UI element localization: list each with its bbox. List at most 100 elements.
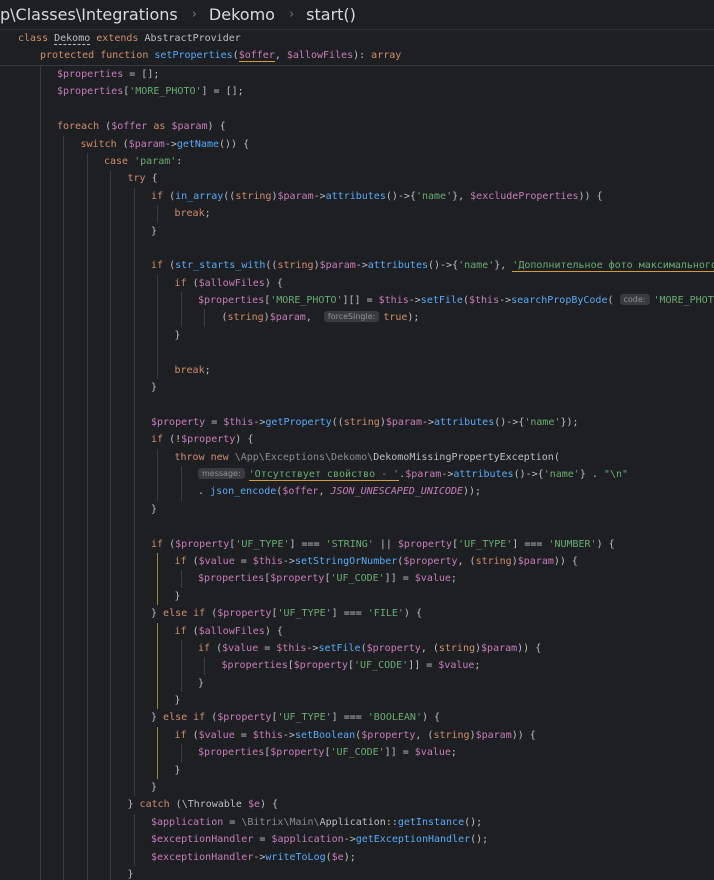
code-text: if ($value = $this->setBoolean($property…	[175, 727, 536, 744]
breadcrumb-method[interactable]: start()	[306, 5, 356, 24]
indent-guide	[133, 744, 135, 762]
sticky-class-header[interactable]: class Dekomo extends AbstractProvider	[0, 30, 714, 48]
indent-guide	[110, 535, 111, 553]
code-token: =	[234, 555, 253, 567]
code-token: string	[438, 642, 475, 654]
code-token: $this	[223, 416, 254, 428]
code-token: $exceptionHandler	[151, 834, 254, 846]
code-line[interactable]: }	[0, 587, 714, 606]
sticky-method-header[interactable]: protected function setProperties($offer,…	[0, 47, 714, 66]
code-token: $properties	[198, 295, 265, 307]
code-line[interactable]	[0, 344, 714, 362]
code-line[interactable]: } else if ($property['UF_TYPE'] === 'FIL…	[0, 605, 714, 623]
code-token: $properties	[57, 69, 124, 80]
indent-guide	[63, 674, 64, 693]
code-token: 'name'	[524, 416, 561, 428]
code-line[interactable]: $properties[$property['UF_CODE']] = $val…	[0, 570, 714, 588]
code-line[interactable]	[0, 100, 714, 119]
code-line[interactable]: } catch (\Throwable $e) {	[0, 796, 714, 814]
indent-guide	[180, 465, 182, 484]
code-token: ) {	[207, 121, 226, 133]
code-line[interactable]: if (in_array((string)$param->attributes(…	[0, 187, 714, 206]
indent-guide	[110, 222, 111, 240]
code-token: $value	[414, 573, 451, 585]
code-line[interactable]: if ($value = $this->setStringOrNumber($p…	[0, 552, 714, 571]
code-line[interactable]: throw new \App\Exceptions\Dekomo\DekomoM…	[0, 448, 714, 466]
code-editor[interactable]: $properties = []; $properties['MORE_PHOTO…	[0, 66, 714, 880]
code-line[interactable]	[0, 518, 714, 536]
code-line[interactable]: message: 'Отсутствует свойство - '.$param…	[0, 465, 714, 484]
indent-guide	[180, 309, 182, 327]
code-text: message: 'Отсутствует свойство - '.$param…	[198, 466, 628, 483]
code-line[interactable]: if ($property['UF_TYPE'] === 'STRING' ||…	[0, 535, 714, 553]
indent-guide	[86, 639, 88, 658]
code-line[interactable]: $properties = [];	[0, 66, 714, 84]
code-line[interactable]: foreach ($offer as $param) {	[0, 118, 714, 136]
code-line[interactable]: $properties[$property['UF_CODE']] = $val…	[0, 657, 714, 675]
code-token: ;	[450, 573, 457, 585]
code-line[interactable]: if (str_starts_with((string)$param->attr…	[0, 257, 714, 275]
code-line[interactable]: }	[0, 379, 714, 397]
indent-guide	[133, 274, 135, 293]
code-line[interactable]: }	[0, 222, 714, 240]
parameter-hint: forceSingle:	[323, 311, 380, 323]
code-line[interactable]: $properties['MORE_PHOTO'][] = $this->set…	[0, 292, 714, 310]
code-line[interactable]: } else if ($property['UF_TYPE'] === 'BOO…	[0, 709, 714, 727]
code-line[interactable]	[0, 239, 714, 258]
code-line[interactable]: if ($value = $this->setFile($property, (…	[0, 639, 714, 658]
code-line[interactable]: if ($allowFiles) {	[0, 622, 714, 640]
code-line[interactable]: }	[0, 761, 714, 780]
code-line[interactable]: case 'param':	[0, 152, 714, 171]
code-line[interactable]: switch ($param->getName()) {	[0, 135, 714, 153]
code-text: } else if ($property['UF_TYPE'] === 'FIL…	[151, 605, 422, 622]
indent-guide	[133, 344, 135, 362]
code-token: ) {	[259, 799, 279, 811]
indent-guide	[157, 761, 158, 780]
code-text: foreach ($offer as $param) {	[57, 118, 226, 135]
code-token: }	[174, 695, 181, 707]
code-text: $properties[$property['UF_CODE']] = $val…	[222, 657, 481, 674]
code-line[interactable]: if ($value = $this->setBoolean($property…	[0, 726, 714, 745]
code-line[interactable]: }	[0, 865, 714, 880]
code-line[interactable]: break;	[0, 361, 714, 380]
code-token: attributes	[325, 190, 386, 202]
indent-guide	[39, 657, 41, 675]
code-text: if (str_starts_with((string)$param->attr…	[151, 257, 714, 274]
code-line[interactable]: }	[0, 326, 714, 345]
indent-guide	[39, 831, 41, 849]
code-token: case	[104, 155, 135, 167]
code-token: }	[127, 868, 134, 880]
code-line[interactable]: $exceptionHandler->writeToLog($e);	[0, 848, 714, 866]
indent-guide	[63, 761, 64, 780]
code-line[interactable]: $properties['MORE_PHOTO'] = [];	[0, 83, 714, 101]
code-line[interactable]: $exceptionHandler = $application->getExc…	[0, 831, 714, 849]
code-line[interactable]: if (!$property) {	[0, 431, 714, 449]
code-line[interactable]: . json_encode($offer, JSON_UNESCAPED_UNI…	[0, 483, 714, 501]
code-line[interactable]	[0, 396, 714, 414]
indent-guide	[86, 431, 88, 449]
code-token: =	[253, 834, 272, 846]
breadcrumb-path[interactable]: p\Classes\Integrations	[0, 5, 178, 24]
code-line[interactable]: if ($allowFiles) {	[0, 274, 714, 293]
code-token: $this	[378, 295, 409, 307]
code-line[interactable]: (string)$param, forceSingle: true);	[0, 309, 714, 327]
code-line[interactable]: }	[0, 692, 714, 710]
indent-guide	[63, 292, 64, 310]
code-line[interactable]: break;	[0, 205, 714, 223]
breadcrumb-class[interactable]: Dekomo	[209, 5, 275, 24]
indent-guide	[110, 431, 111, 449]
code-token: if	[174, 555, 187, 567]
chevron-right-icon: ›	[288, 7, 295, 22]
code-token: $exceptionHandler	[151, 851, 254, 863]
code-line[interactable]: $properties[$property['UF_CODE']] = $val…	[0, 744, 714, 762]
code-line[interactable]: }	[0, 500, 714, 519]
code-token: $offer	[282, 486, 319, 498]
code-token: 'UF_TYPE'	[458, 538, 513, 550]
code-line[interactable]: $property = $this->getProperty((string)$…	[0, 413, 714, 432]
code-line[interactable]: }	[0, 674, 714, 693]
code-line[interactable]: try {	[0, 170, 714, 188]
code-token: (	[186, 555, 199, 567]
code-line[interactable]: }	[0, 779, 714, 797]
code-token: 'param'	[134, 155, 177, 167]
code-line[interactable]: $application = \Bitrix\Main\Application:…	[0, 813, 714, 832]
